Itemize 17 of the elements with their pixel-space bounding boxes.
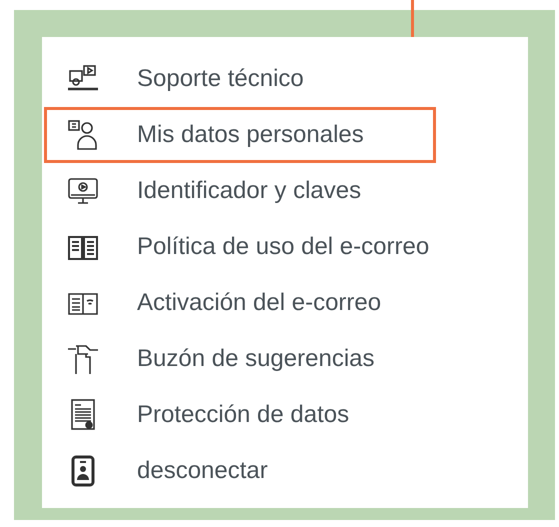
menu-item[interactable]: Identificador y claves	[44, 163, 436, 219]
menu-item[interactable]: Mis datos personales	[44, 107, 436, 163]
menu-label: Soporte técnico	[137, 64, 304, 94]
menu-label: Activación del e-correo	[137, 288, 382, 318]
menu-label: Identificador y claves	[137, 176, 362, 206]
menu-item[interactable]: Buzón de sugerencias	[44, 331, 436, 387]
menu-item[interactable]: Protección de datos	[44, 387, 436, 443]
menu-label: Política de uso del e-correo	[137, 232, 430, 262]
person-chat-icon	[66, 118, 100, 152]
menu-item[interactable]: Soporte técnico	[44, 51, 436, 107]
menu-label: desconectar	[137, 456, 268, 486]
menu-item[interactable]: Política de uso del e-correo	[44, 219, 442, 275]
menu-label: Mis datos personales	[137, 120, 364, 150]
menu-label: Buzón de sugerencias	[137, 344, 374, 374]
menu-item[interactable]: desconectar	[44, 443, 436, 499]
menu-item[interactable]: Activación del e-correo	[44, 275, 436, 331]
menu-label: Protección de datos	[137, 400, 350, 430]
